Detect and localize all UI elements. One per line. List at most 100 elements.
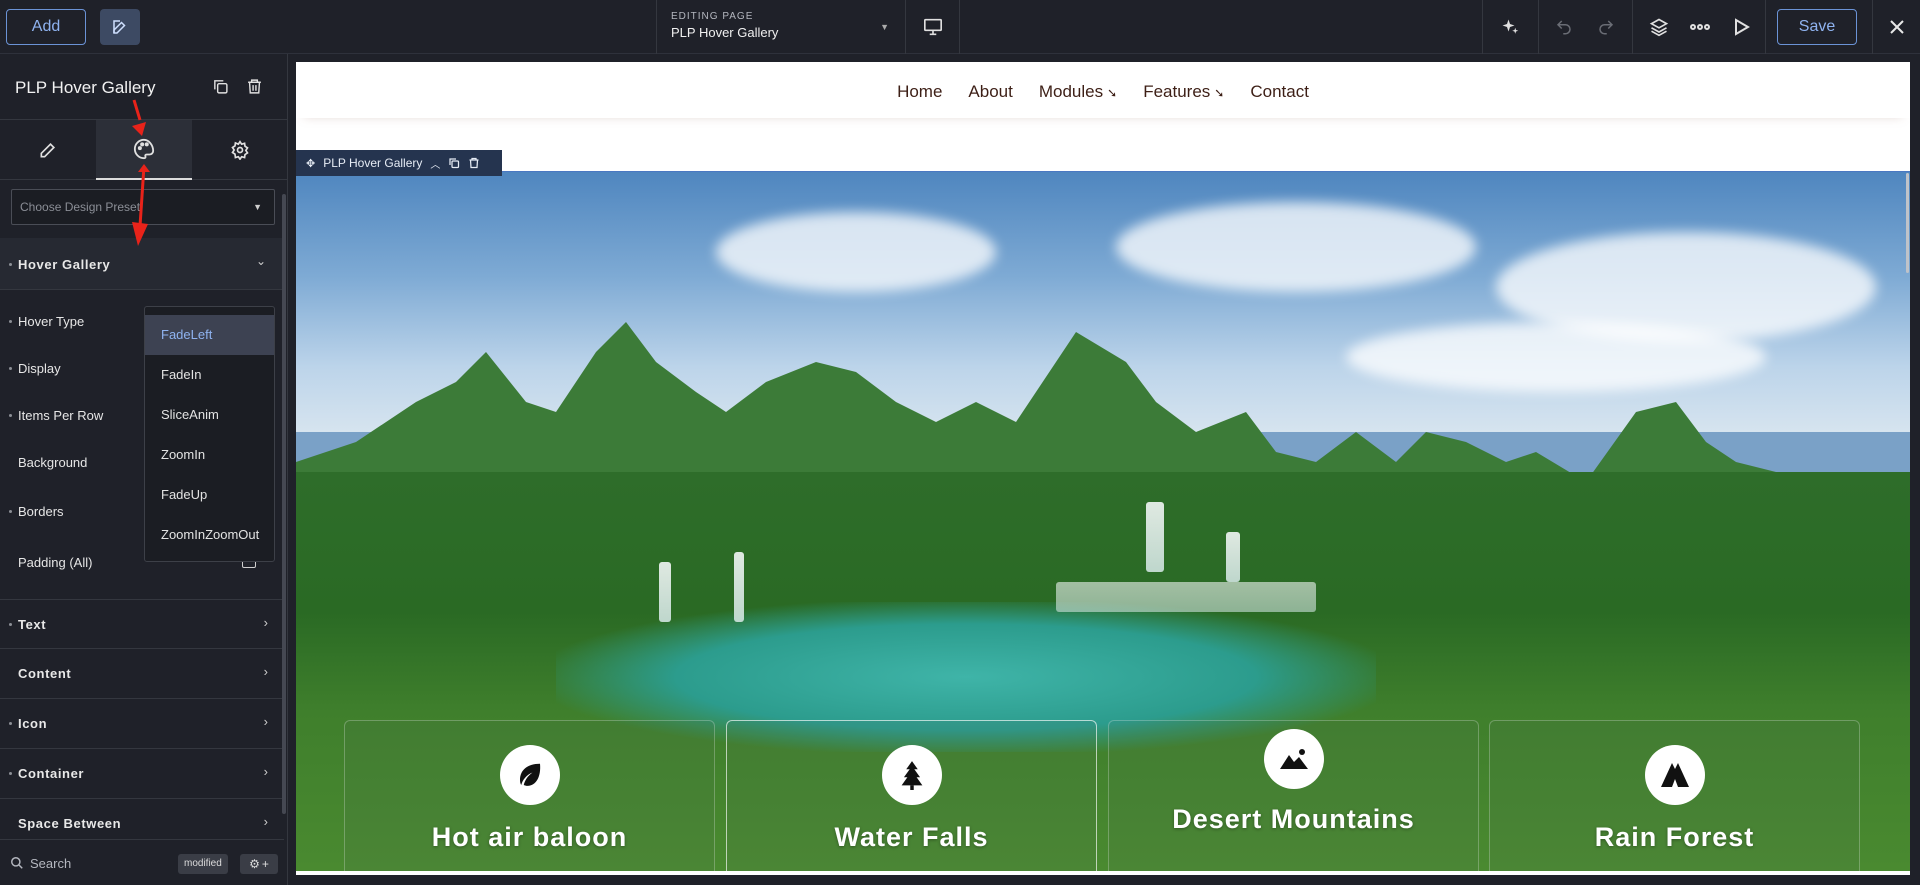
- duplicate-module-button[interactable]: [212, 78, 229, 100]
- items-per-row-label: Items Per Row: [8, 408, 104, 423]
- section-title: Hover Gallery: [8, 257, 111, 272]
- card-title: Desert Mountains: [1172, 804, 1415, 834]
- settings-filter-button[interactable]: ⚙ +: [240, 854, 278, 874]
- nav-about[interactable]: About: [968, 82, 1012, 118]
- waterfall: [1226, 532, 1240, 582]
- save-button[interactable]: Save: [1777, 9, 1857, 45]
- dropdown-option-fadeup[interactable]: FadeUp: [145, 475, 274, 515]
- layers-button[interactable]: [1638, 0, 1680, 54]
- top-toolbar: Add EDITING PAGE PLP Hover Gallery ▼ Sav…: [0, 0, 1920, 54]
- nav-contact[interactable]: Contact: [1250, 82, 1309, 118]
- site-navigation: Home About Modules ➘ Features ➘ Contact: [296, 62, 1910, 118]
- gallery-card[interactable]: Water Falls: [726, 720, 1097, 871]
- tab-advanced[interactable]: [192, 120, 288, 180]
- chevron-down-icon: ▼: [880, 22, 889, 32]
- chevron-down-icon: ▼: [253, 202, 262, 212]
- undo-icon: [1556, 20, 1571, 35]
- hover-type-dropdown[interactable]: FadeLeft FadeIn SliceAnim ZoomIn FadeUp …: [144, 306, 275, 562]
- edit-mode-button[interactable]: [100, 9, 140, 45]
- section-container[interactable]: Container ›: [0, 749, 284, 799]
- dropdown-option-fadein[interactable]: FadeIn: [145, 355, 274, 395]
- search-icon: [11, 857, 23, 869]
- chevron-right-icon: ›: [263, 714, 268, 729]
- nav-modules[interactable]: Modules ➘: [1039, 82, 1117, 118]
- gallery-card[interactable]: Desert Mountains: [1108, 720, 1479, 871]
- mountain-icon: [1280, 749, 1308, 769]
- tree-icon: [901, 761, 923, 790]
- module-selection-label: PLP Hover Gallery: [323, 156, 423, 170]
- display-label: Display: [9, 361, 61, 376]
- undo-button[interactable]: [1543, 0, 1585, 54]
- move-icon[interactable]: ✥: [306, 157, 315, 170]
- monitor-icon: [923, 18, 942, 36]
- borders-label: Borders: [9, 504, 64, 519]
- nav-home[interactable]: Home: [897, 82, 942, 118]
- section-title: Space Between: [18, 816, 122, 831]
- desktop-view-button[interactable]: [906, 0, 960, 54]
- scroll-thumb[interactable]: [1906, 173, 1909, 273]
- padding-label: Padding (All): [18, 555, 93, 570]
- card-title: Hot air baloon: [431, 822, 628, 852]
- chevron-down-icon: ⌄: [255, 254, 266, 268]
- close-editor-button[interactable]: [1872, 0, 1920, 54]
- gallery-card[interactable]: Hot air baloon: [344, 720, 715, 871]
- ai-assistant-button[interactable]: [1489, 0, 1531, 54]
- plus-icon: +: [261, 857, 269, 871]
- background-label: Background: [18, 455, 88, 470]
- dropdown-option-zoominzoomout[interactable]: ZoomInZoomOut: [145, 515, 274, 555]
- delete-module-button[interactable]: [246, 78, 263, 100]
- sidebar-footer: Search modified ⚙ +: [0, 839, 284, 885]
- page-preview: Home About Modules➘ Features➘ Contact: [296, 62, 1910, 875]
- chevron-right-icon: ›: [263, 814, 268, 829]
- leaf-icon: [520, 763, 541, 786]
- section-icon[interactable]: Icon ›: [0, 699, 284, 749]
- waterfall: [734, 552, 744, 622]
- card-title: Water Falls: [834, 822, 989, 852]
- toolbar-divider: [1538, 0, 1539, 54]
- sidebar-scrollbar[interactable]: [282, 194, 286, 814]
- gallery-card[interactable]: Rain Forest: [1489, 720, 1860, 871]
- toolbar-divider: [1632, 0, 1633, 54]
- module-title: PLP Hover Gallery: [15, 78, 156, 97]
- waterfall-cascade: [1056, 582, 1316, 612]
- gear-icon: ⚙: [249, 857, 260, 871]
- section-title: Icon: [8, 716, 48, 731]
- dropdown-option-sliceanim[interactable]: SliceAnim: [145, 395, 274, 435]
- hover-type-label: Hover Type: [8, 314, 85, 329]
- chevron-up-icon[interactable]: ︿: [430, 156, 440, 171]
- cloud: [716, 212, 996, 292]
- nav-features[interactable]: Features ➘: [1143, 82, 1224, 118]
- cloud: [1116, 202, 1476, 292]
- card-icon-circle: [1264, 729, 1324, 789]
- chevron-right-icon: ›: [263, 615, 268, 630]
- section-title: Text: [8, 617, 47, 632]
- dropdown-option-fadeleft[interactable]: FadeLeft: [145, 315, 274, 355]
- camping-icon: [1661, 763, 1689, 787]
- card-icon-circle: [500, 745, 560, 805]
- section-content[interactable]: Content ›: [0, 649, 284, 699]
- copy-icon[interactable]: [448, 157, 460, 169]
- canvas-scrollbar[interactable]: [1906, 163, 1910, 863]
- add-button[interactable]: Add: [6, 9, 86, 45]
- module-selection-bar[interactable]: ✥ PLP Hover Gallery ︿: [296, 150, 502, 176]
- more-horizontal-icon: [1690, 24, 1710, 30]
- search-input[interactable]: Search: [30, 856, 71, 871]
- preview-button[interactable]: [1721, 0, 1763, 54]
- redo-button[interactable]: [1585, 0, 1627, 54]
- gear-icon: [231, 140, 249, 160]
- dropdown-option-zoomin[interactable]: ZoomIn: [145, 435, 274, 475]
- modified-filter-badge[interactable]: modified: [178, 854, 228, 874]
- editing-page-label: EDITING PAGE: [671, 11, 754, 22]
- editing-page-name: PLP Hover Gallery: [671, 25, 779, 40]
- pencil-square-icon: [113, 20, 126, 34]
- section-text[interactable]: Text ›: [0, 599, 284, 649]
- submenu-arrow-icon: ➘: [1107, 86, 1118, 100]
- tab-content[interactable]: [0, 120, 96, 180]
- editing-page-selector[interactable]: EDITING PAGE PLP Hover Gallery ▼: [656, 0, 906, 54]
- hover-gallery-module[interactable]: Hot air baloon Water Falls Desert Mounta…: [296, 171, 1910, 871]
- toolbar-divider: [1482, 0, 1483, 54]
- card-title: Rain Forest: [1594, 822, 1755, 852]
- nav-features-label: Features: [1143, 82, 1211, 101]
- more-options-button[interactable]: [1679, 0, 1721, 54]
- trash-icon[interactable]: [468, 157, 480, 169]
